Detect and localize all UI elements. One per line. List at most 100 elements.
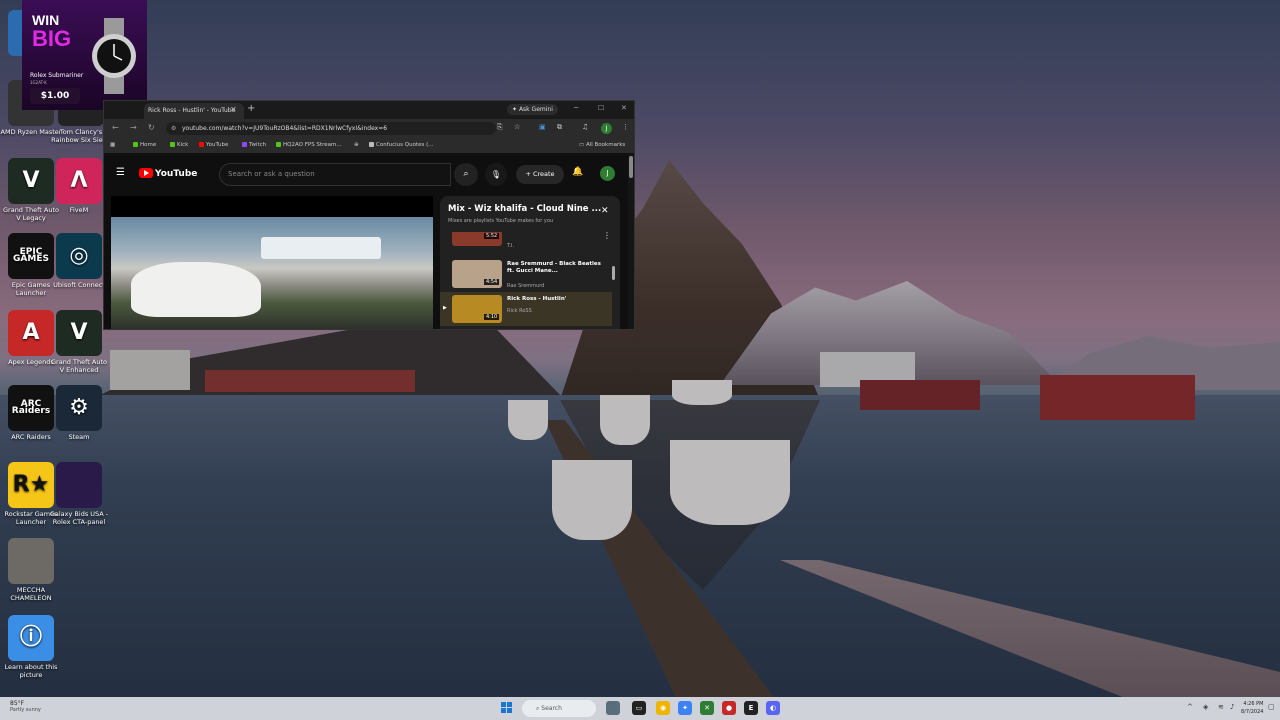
video-player[interactable]: [111, 196, 433, 329]
chevron-up-icon[interactable]: ^: [1187, 703, 1193, 711]
bookmark-label: Kick: [177, 142, 189, 148]
desktop-icon[interactable]: Galaxy Bids USA - Rolex CTA-panel: [48, 462, 110, 526]
duration-badge: 5:52: [484, 233, 500, 239]
wallpaper-boat: [552, 460, 632, 540]
ad-subtext: 1G2AT-K: [30, 80, 47, 85]
youtube-avatar[interactable]: J: [600, 166, 615, 181]
desktop-icon-label: FiveM: [69, 206, 89, 214]
playlist-scrollbar[interactable]: [612, 246, 616, 329]
network-icon[interactable]: ◈: [1203, 703, 1208, 711]
epic-games-icon[interactable]: E: [744, 701, 758, 715]
search-icon[interactable]: ⌕: [454, 163, 478, 186]
copilot-icon[interactable]: ✦: [678, 701, 692, 715]
desktop-icon[interactable]: ⓘ Learn about this picture: [0, 615, 62, 679]
reload-icon[interactable]: ↻: [148, 123, 155, 132]
tab-youtube[interactable]: Rick Ross - Hustlin' - YouTube: [144, 103, 244, 119]
wifi-icon[interactable]: ≋: [1218, 703, 1224, 711]
desktop-icon[interactable]: ⚙ Steam: [48, 385, 110, 442]
extensions-puzzle-icon[interactable]: ⧉: [557, 123, 562, 132]
taskbar-app-icon[interactable]: [606, 701, 620, 715]
weather-widget[interactable]: 85°F Partly sunny: [10, 700, 41, 713]
task-view-icon[interactable]: ▭: [632, 701, 646, 715]
desktop-icon[interactable]: MECCHA CHAMELEON: [0, 538, 62, 602]
desktop-icon[interactable]: Λ FiveM: [48, 158, 110, 215]
page-scroll-thumb[interactable]: [629, 156, 633, 178]
chrome-icon[interactable]: ◉: [656, 701, 670, 715]
video-car: [131, 262, 261, 317]
notifications-bell-icon[interactable]: 🔔: [572, 167, 583, 177]
youtube-header: ☰ YouTube Search or ask a question ⌕ 🎙 +…: [104, 154, 634, 190]
bookmark-kick[interactable]: Kick: [170, 142, 188, 148]
xbox-icon[interactable]: ✕: [700, 701, 714, 715]
close-tab-icon[interactable]: ✕: [230, 105, 237, 114]
bookmark-stream[interactable]: HQ2AO FPS Stream...: [276, 142, 342, 148]
playlist-scroll-thumb[interactable]: [612, 266, 615, 280]
wallpaper-house: [205, 370, 415, 392]
playlist-item[interactable]: 5:52 T.I.: [440, 232, 612, 252]
bookmark-star-icon[interactable]: ☆: [514, 123, 520, 131]
desktop-icon-image: V: [56, 310, 102, 356]
all-bookmarks[interactable]: ▭ All Bookmarks: [579, 142, 625, 148]
search-input[interactable]: Search or ask a question: [219, 163, 451, 186]
hamburger-menu-icon[interactable]: ☰: [116, 167, 125, 178]
minimize-icon[interactable]: ─: [574, 104, 578, 112]
apps-grid-icon[interactable]: ▦: [110, 142, 115, 148]
volume-icon[interactable]: ♪: [1230, 703, 1234, 711]
browser-menu-icon[interactable]: ⋮: [622, 123, 629, 131]
watch-image: [92, 18, 136, 94]
desktop-icon[interactable]: V Grand Theft Auto V Enhanced: [48, 310, 110, 374]
desktop-icon-label: Grand Theft Auto V Enhanced: [51, 358, 107, 374]
playlist-item-artist: T.I.: [507, 243, 515, 249]
wallpaper-house: [110, 350, 190, 390]
profile-avatar[interactable]: J: [601, 123, 612, 134]
address-bar: ← → ↻ ⚙ youtube.com/watch?v=JU9TouRzOB4&…: [104, 119, 634, 138]
new-tab-button[interactable]: +: [247, 103, 255, 114]
playlist-title: Mix - Wiz khalifa - Cloud Nine ...: [448, 204, 602, 214]
page-scrollbar[interactable]: [628, 154, 634, 329]
taskbar: 85°F Partly sunny ⌕ Search ▭ ◉ ✦ ✕ ● E ◐…: [0, 697, 1280, 720]
playlist-item-current[interactable]: ▶ 4:10 Rick Ross - Hustlin' Rick RoSS: [440, 292, 612, 326]
close-window-icon[interactable]: ✕: [621, 104, 627, 112]
ad-widget[interactable]: WIN BIG Rolex Submariner 1G2AT-K $1.00: [22, 0, 147, 110]
extension-icon[interactable]: ▣: [539, 123, 546, 131]
desktop-icon[interactable]: ◎ Ubisoft Connect: [48, 233, 110, 290]
weather-condition: Partly sunny: [10, 707, 41, 713]
desktop-icon-image: [8, 538, 54, 584]
bookmark-label: Twitch: [249, 142, 267, 148]
wallpaper-boat: [670, 440, 790, 525]
bookmark-youtube[interactable]: YouTube: [199, 142, 228, 148]
wallpaper-boat: [600, 395, 650, 445]
forward-icon[interactable]: →: [130, 123, 137, 132]
bookmark-globe-icon[interactable]: ⊕: [354, 142, 359, 148]
gaming-app-icon[interactable]: ●: [722, 701, 736, 715]
youtube-logo[interactable]: YouTube: [139, 168, 197, 179]
bookmark-home[interactable]: Home: [133, 142, 156, 148]
wallpaper-boat: [672, 380, 732, 405]
site-info-icon[interactable]: ⚙: [171, 122, 176, 135]
discord-icon[interactable]: ◐: [766, 701, 780, 715]
desktop-icon-label: Ubisoft Connect: [53, 281, 105, 289]
create-button[interactable]: + Create: [516, 165, 564, 184]
ad-price-button[interactable]: $1.00: [30, 88, 80, 104]
media-control-icon[interactable]: ♫: [582, 123, 588, 131]
playlist-item[interactable]: 4:54 Rae Sremmurd - Black Beatles ft. Gu…: [440, 257, 612, 291]
ad-product-name: Rolex Submariner: [30, 72, 84, 79]
taskbar-search[interactable]: ⌕ Search: [522, 700, 596, 717]
weather-temp: 85°F: [10, 700, 25, 707]
playlist-item-artist: Rick RoSS: [507, 308, 532, 314]
bookmark-twitch[interactable]: Twitch: [242, 142, 266, 148]
microphone-icon[interactable]: 🎙: [485, 163, 507, 186]
close-playlist-icon[interactable]: ✕: [601, 206, 609, 216]
bookmark-favicon: [369, 142, 374, 147]
youtube-page: ☰ YouTube Search or ask a question ⌕ 🎙 +…: [104, 154, 634, 329]
notifications-icon[interactable]: ▢: [1268, 703, 1275, 711]
maximize-icon[interactable]: ☐: [598, 104, 604, 112]
start-button[interactable]: [501, 702, 513, 714]
bookmark-confucius[interactable]: Confucius Quotes (...: [369, 142, 434, 148]
install-icon[interactable]: ⎘: [497, 123, 503, 132]
system-clock[interactable]: 4:26 PM 8/7/2024: [1241, 700, 1263, 716]
back-icon[interactable]: ←: [112, 123, 119, 132]
ask-gemini-button[interactable]: ✦ Ask Gemini: [507, 104, 558, 115]
url-input[interactable]: ⚙ youtube.com/watch?v=JU9TouRzOB4&list=R…: [166, 122, 496, 135]
playlist-item-title: Rae Sremmurd - Black Beatles ft. Gucci M…: [507, 261, 601, 274]
